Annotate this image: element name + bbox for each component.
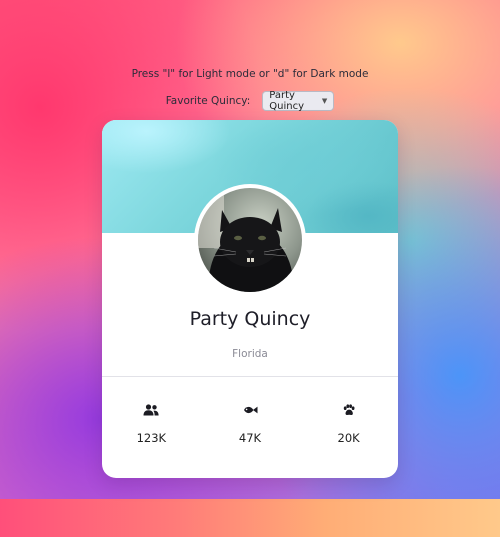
stat-value: 20K [337, 431, 360, 445]
divider [102, 376, 398, 377]
profile-location: Florida [232, 348, 268, 360]
profile-card: Party Quincy Florida 123K 47K 20K [102, 120, 398, 478]
paw-icon [343, 404, 355, 415]
stat-value: 47K [238, 431, 262, 445]
favorite-picker: Favorite Quincy: Party Quincy ▼ [0, 90, 500, 112]
avatar [194, 184, 306, 296]
stat-paw: 20K [299, 404, 398, 445]
fish-icon [243, 406, 258, 414]
stat-followers: 123K [102, 404, 201, 445]
favorite-select[interactable]: Party Quincy ▼ [262, 90, 335, 112]
background-band [0, 499, 500, 537]
stat-value: 123K [136, 431, 167, 445]
users-icon [143, 404, 159, 416]
favorite-select-value: Party Quincy [269, 90, 305, 112]
stat-fish: 47K [201, 404, 300, 445]
cat-photo [198, 188, 302, 292]
chevron-down-icon: ▼ [321, 97, 328, 105]
profile-name: Party Quincy [189, 308, 311, 330]
mode-hint: Press "l" for Light mode or "d" for Dark… [131, 68, 369, 80]
stats-row: 123K 47K 20K [102, 404, 398, 445]
favorite-label: Favorite Quincy: [165, 95, 251, 107]
